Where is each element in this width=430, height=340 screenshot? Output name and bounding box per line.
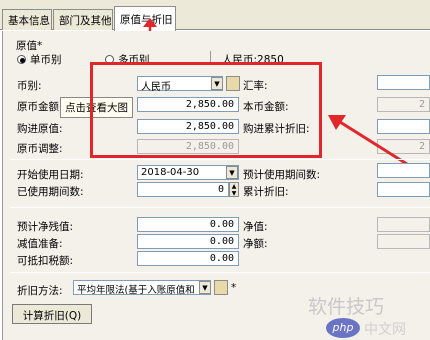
orig-amount-label: 原币金额 bbox=[17, 101, 59, 113]
currency-label: 币别: bbox=[17, 80, 42, 92]
annotation-highlight-box bbox=[90, 62, 322, 158]
watermark-php-logo: php bbox=[326, 318, 360, 338]
expected-periods-input[interactable] bbox=[377, 163, 430, 178]
spinner-icon[interactable]: ▲ ▼ bbox=[229, 182, 239, 197]
watermark-text: 软件技巧 bbox=[308, 296, 385, 318]
expected-periods-label: 预计使用期间数: bbox=[243, 169, 321, 181]
dep-method-chevron-icon[interactable]: ▼ bbox=[199, 281, 211, 294]
required-marker: * bbox=[231, 282, 237, 294]
date-picker-chevron-icon[interactable]: ▼ bbox=[226, 166, 238, 179]
net-amount-label: 净额: bbox=[243, 238, 268, 250]
used-periods-label: 已使用期间数: bbox=[17, 186, 84, 198]
radio-single-currency-label: 单币别 bbox=[30, 54, 62, 66]
dep-method-label: 折旧方法: bbox=[17, 285, 63, 297]
dep-method-lookup-icon[interactable] bbox=[214, 280, 228, 295]
calculate-depreciation-button[interactable]: 计算折旧(Q) bbox=[12, 304, 92, 324]
section-separator-3 bbox=[10, 272, 430, 273]
watermark-site: 中文网 bbox=[364, 322, 406, 338]
start-date-input[interactable]: 2018-04-30 bbox=[137, 165, 239, 180]
section-separator bbox=[10, 159, 430, 160]
exchange-rate-input[interactable] bbox=[377, 75, 430, 90]
net-value-display bbox=[377, 217, 430, 232]
net-value-label: 净值: bbox=[243, 221, 268, 233]
base-amount-value: 2 bbox=[377, 97, 430, 112]
deductible-input[interactable]: 0.00 bbox=[137, 251, 239, 266]
dep-method-select[interactable]: 平均年限法(基于入账原值和 bbox=[73, 280, 211, 295]
tab-basic-info[interactable]: 基本信息 bbox=[2, 9, 52, 30]
net-amount-display bbox=[377, 234, 430, 249]
deductible-label: 可抵扣税额: bbox=[17, 255, 74, 267]
section-title-original-value: 原值* bbox=[16, 40, 43, 52]
accum-dep-label: 累计折旧: bbox=[243, 186, 289, 198]
residual-label: 预计净残值: bbox=[17, 221, 74, 233]
tab-department-other[interactable]: 部门及其他 bbox=[53, 9, 113, 30]
section-separator-2 bbox=[10, 207, 430, 208]
orig-adjust-label: 原币调整: bbox=[17, 143, 63, 155]
used-periods-input[interactable]: 0 bbox=[137, 182, 229, 197]
purchase-value-label: 购进原值: bbox=[17, 123, 63, 135]
impairment-label: 减值准备: bbox=[17, 238, 63, 250]
accum-dep-input[interactable] bbox=[377, 182, 430, 197]
residual-input[interactable]: 0.00 bbox=[137, 217, 239, 232]
impairment-input[interactable]: 0.00 bbox=[137, 234, 239, 249]
start-date-label: 开始使用日期: bbox=[17, 169, 84, 181]
radio-single-currency[interactable] bbox=[17, 55, 26, 64]
